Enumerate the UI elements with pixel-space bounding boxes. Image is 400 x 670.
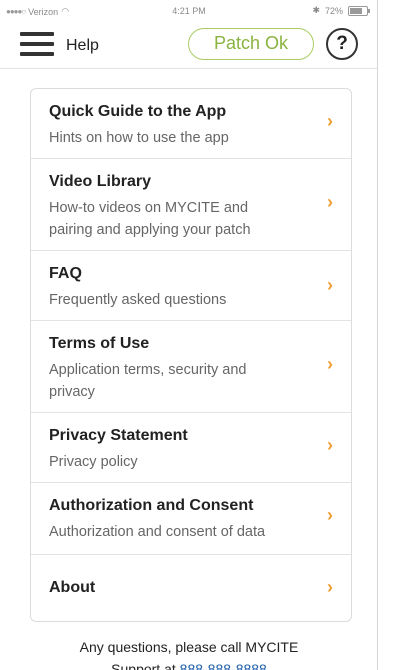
- status-right: ✱ 72%: [312, 5, 370, 16]
- chevron-right-icon: ›: [327, 111, 333, 131]
- chevron-right-icon: ›: [327, 577, 333, 597]
- patch-status-button[interactable]: Patch Ok: [188, 28, 314, 60]
- support-text-line2: Support at 888-888-8888: [0, 658, 377, 670]
- help-icon[interactable]: ?: [326, 28, 358, 60]
- menu-item-quick-guide[interactable]: Quick Guide to the App Hints on how to u…: [31, 89, 351, 159]
- menu-item-title: FAQ: [49, 265, 82, 282]
- status-bar: ●●●●○ Verizon ◠ 4:21 PM ✱ 72%: [0, 0, 377, 22]
- support-footer: Any questions, please call MYCITE Suppor…: [0, 636, 377, 670]
- menu-item-subtitle: Frequently asked questions: [49, 292, 227, 308]
- menu-item-title: About: [49, 579, 96, 596]
- bluetooth-icon: ✱: [312, 5, 320, 15]
- menu-item-title: Privacy Statement: [49, 427, 188, 444]
- menu-item-about[interactable]: About ›: [31, 555, 351, 621]
- battery-percent: 72%: [324, 5, 343, 16]
- page-title: Help: [66, 37, 99, 54]
- menu-item-subtitle: Authorization and consent of data: [49, 524, 266, 540]
- menu-item-faq[interactable]: FAQ Frequently asked questions ›: [31, 251, 351, 321]
- help-menu-list: Quick Guide to the App Hints on how to u…: [30, 88, 352, 622]
- menu-item-title: Quick Guide to the App: [49, 103, 227, 120]
- chevron-right-icon: ›: [327, 275, 333, 295]
- menu-item-privacy-statement[interactable]: Privacy Statement Privacy policy ›: [31, 413, 351, 483]
- menu-item-video-library[interactable]: Video Library How-to videos on MYCITE an…: [31, 159, 351, 251]
- phone-screen: ●●●●○ Verizon ◠ 4:21 PM ✱ 72% Help Patch…: [0, 0, 378, 670]
- menu-item-title: Terms of Use: [49, 335, 150, 352]
- menu-item-subtitle: Privacy policy: [49, 454, 138, 470]
- chevron-right-icon: ›: [327, 435, 333, 455]
- menu-item-subtitle: Application terms, security and privacy: [49, 362, 247, 400]
- menu-item-terms-of-use[interactable]: Terms of Use Application terms, security…: [31, 321, 351, 413]
- hamburger-menu-icon[interactable]: [20, 32, 54, 56]
- support-text-prefix: Support at: [111, 661, 180, 670]
- support-text-line1: Any questions, please call MYCITE: [79, 639, 299, 655]
- battery-icon: [348, 5, 370, 16]
- chevron-right-icon: ›: [327, 354, 333, 374]
- app-header: Help Patch Ok ?: [0, 22, 377, 69]
- chevron-right-icon: ›: [327, 192, 333, 212]
- menu-item-subtitle: Hints on how to use the app: [49, 130, 229, 146]
- support-phone-link[interactable]: 888-888-8888: [180, 661, 267, 670]
- menu-item-title: Video Library: [49, 173, 151, 190]
- menu-item-authorization-consent[interactable]: Authorization and Consent Authorization …: [31, 483, 351, 555]
- chevron-right-icon: ›: [327, 505, 333, 525]
- menu-item-subtitle: How-to videos on MYCITE and pairing and …: [49, 200, 251, 238]
- menu-item-title: Authorization and Consent: [49, 497, 254, 514]
